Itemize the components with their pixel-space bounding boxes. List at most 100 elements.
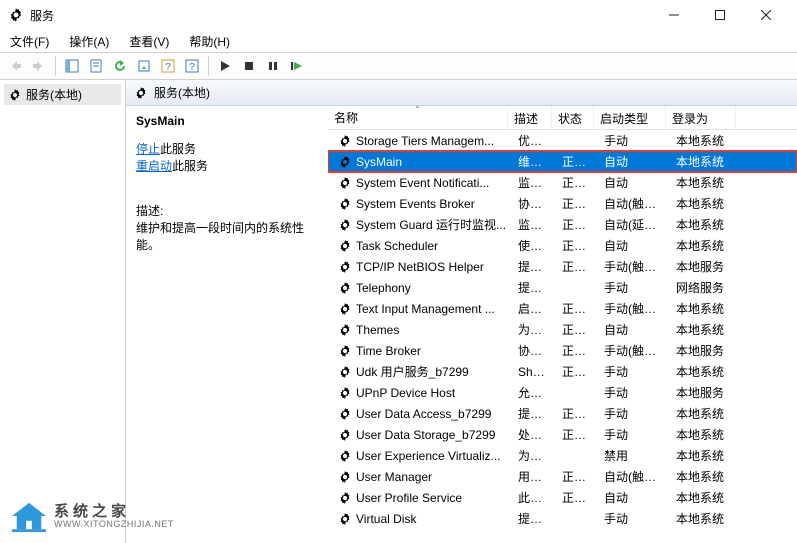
service-desc: 此服... bbox=[512, 489, 556, 506]
tree-root-item[interactable]: 服务(本地) bbox=[4, 84, 121, 105]
col-header-name[interactable]: 名称⌃ bbox=[328, 106, 508, 129]
service-row[interactable]: Themes为用...正在...自动本地系统 bbox=[328, 319, 797, 340]
stop-service-button[interactable] bbox=[238, 55, 260, 77]
service-row[interactable]: Time Broker协调...正在...手动(触发...本地服务 bbox=[328, 340, 797, 361]
service-row[interactable]: System Event Notificati...监视...正在...自动本地… bbox=[328, 172, 797, 193]
col-header-startup[interactable]: 启动类型 bbox=[594, 106, 666, 129]
service-startup: 手动 bbox=[598, 405, 670, 422]
view-detail-button[interactable] bbox=[61, 55, 83, 77]
service-desc: 协调... bbox=[512, 342, 556, 359]
close-button[interactable] bbox=[743, 0, 789, 30]
service-startup: 手动(触发... bbox=[598, 258, 670, 275]
service-logon: 本地系统 bbox=[670, 216, 740, 233]
service-row[interactable]: TCP/IP NetBIOS Helper提供 ...正在...手动(触发...… bbox=[328, 256, 797, 277]
nav-back-button[interactable] bbox=[4, 55, 26, 77]
gear-icon bbox=[338, 449, 352, 463]
service-name: Storage Tiers Managem... bbox=[356, 134, 494, 148]
service-row[interactable]: System Events Broker协调...正在...自动(触发...本地… bbox=[328, 193, 797, 214]
gear-icon bbox=[338, 491, 352, 505]
stop-link[interactable]: 停止 bbox=[136, 142, 160, 156]
nav-forward-button[interactable] bbox=[28, 55, 50, 77]
gear-icon bbox=[134, 86, 148, 100]
col-header-status[interactable]: 状态 bbox=[552, 106, 594, 129]
watermark-text-cn: 系统之家 bbox=[54, 504, 174, 521]
service-logon: 本地系统 bbox=[670, 153, 740, 170]
service-row[interactable]: Virtual Disk提供...手动本地系统 bbox=[328, 508, 797, 529]
service-name: TCP/IP NetBIOS Helper bbox=[356, 260, 484, 274]
service-logon: 本地系统 bbox=[670, 468, 740, 485]
pause-service-button[interactable] bbox=[262, 55, 284, 77]
service-startup: 自动(延迟... bbox=[598, 216, 670, 233]
service-desc: 协调... bbox=[512, 195, 556, 212]
service-name: Task Scheduler bbox=[356, 239, 438, 253]
service-row[interactable]: System Guard 运行时监视...监视...正在...自动(延迟...本… bbox=[328, 214, 797, 235]
watermark: 系统之家 WWW.XITONGZHIJIA.NET bbox=[10, 501, 174, 533]
restart-link[interactable]: 重启动 bbox=[136, 159, 172, 173]
service-name: Themes bbox=[356, 323, 399, 337]
menu-help[interactable]: 帮助(H) bbox=[185, 31, 234, 52]
service-row[interactable]: Storage Tiers Managem...优化...手动本地系统 bbox=[328, 130, 797, 151]
properties-button[interactable] bbox=[85, 55, 107, 77]
service-logon: 本地系统 bbox=[670, 300, 740, 317]
service-startup: 自动 bbox=[598, 174, 670, 191]
description-text: 维护和提高一段时间内的系统性能。 bbox=[136, 219, 318, 253]
service-status: 正在... bbox=[556, 342, 598, 359]
maximize-button[interactable] bbox=[697, 0, 743, 30]
service-name: System Guard 运行时监视... bbox=[356, 216, 506, 233]
service-logon: 本地系统 bbox=[670, 363, 740, 380]
service-row[interactable]: SysMain维护...正在...自动本地系统 bbox=[328, 151, 797, 172]
service-row[interactable]: User Profile Service此服...正在...自动本地系统 bbox=[328, 487, 797, 508]
service-row[interactable]: Text Input Management ...启用...正在...手动(触发… bbox=[328, 298, 797, 319]
service-row[interactable]: User Data Access_b7299提供...正在...手动本地系统 bbox=[328, 403, 797, 424]
menu-file[interactable]: 文件(F) bbox=[6, 31, 53, 52]
service-row[interactable]: User Manager用户...正在...自动(触发...本地系统 bbox=[328, 466, 797, 487]
service-name: User Experience Virtualiz... bbox=[356, 449, 501, 463]
service-row[interactable]: User Data Storage_b7299处理...正在...手动本地系统 bbox=[328, 424, 797, 445]
service-row[interactable]: Udk 用户服务_b7299Shell...正在...手动本地系统 bbox=[328, 361, 797, 382]
help2-button[interactable]: ? bbox=[181, 55, 203, 77]
refresh-button[interactable] bbox=[109, 55, 131, 77]
service-name: Udk 用户服务_b7299 bbox=[356, 363, 469, 380]
service-desc: 提供... bbox=[512, 279, 556, 296]
gear-icon bbox=[338, 176, 352, 190]
service-row[interactable]: User Experience Virtualiz...为应...禁用本地系统 bbox=[328, 445, 797, 466]
watermark-text-url: WWW.XITONGZHIJIA.NET bbox=[54, 520, 174, 530]
gear-icon bbox=[338, 365, 352, 379]
service-name: System Events Broker bbox=[356, 197, 475, 211]
minimize-button[interactable] bbox=[651, 0, 697, 30]
help-button[interactable]: ? bbox=[157, 55, 179, 77]
service-desc: 为用... bbox=[512, 321, 556, 338]
service-desc: 为应... bbox=[512, 447, 556, 464]
service-desc: 优化... bbox=[512, 132, 556, 149]
start-service-button[interactable] bbox=[214, 55, 236, 77]
service-row[interactable]: Telephony提供...手动网络服务 bbox=[328, 277, 797, 298]
service-status: 正在... bbox=[556, 426, 598, 443]
service-startup: 手动(触发... bbox=[598, 300, 670, 317]
col-header-desc[interactable]: 描述 bbox=[508, 106, 552, 129]
service-row[interactable]: Task Scheduler使用...正在...自动本地系统 bbox=[328, 235, 797, 256]
col-header-logon[interactable]: 登录为 bbox=[666, 106, 736, 129]
service-logon: 本地系统 bbox=[670, 405, 740, 422]
gear-icon bbox=[338, 323, 352, 337]
restart-service-button[interactable] bbox=[286, 55, 308, 77]
service-startup: 自动 bbox=[598, 237, 670, 254]
service-desc: 维护... bbox=[512, 153, 556, 170]
export-button[interactable] bbox=[133, 55, 155, 77]
service-logon: 本地系统 bbox=[670, 174, 740, 191]
service-startup: 自动(触发... bbox=[598, 468, 670, 485]
service-row[interactable]: UPnP Device Host允许 ...手动本地服务 bbox=[328, 382, 797, 403]
service-name: User Data Storage_b7299 bbox=[356, 428, 495, 442]
toolbar: ? ? bbox=[0, 52, 797, 80]
service-name: Text Input Management ... bbox=[356, 302, 495, 316]
service-desc: 监视... bbox=[512, 174, 556, 191]
service-status: 正在... bbox=[556, 237, 598, 254]
stop-service-line: 停止此服务 bbox=[136, 140, 318, 157]
service-startup: 手动 bbox=[598, 384, 670, 401]
service-name: Virtual Disk bbox=[356, 512, 416, 526]
service-status: 正在... bbox=[556, 405, 598, 422]
service-list: 名称⌃ 描述 状态 启动类型 登录为 Storage Tiers Managem… bbox=[328, 106, 797, 543]
service-startup: 自动 bbox=[598, 321, 670, 338]
menu-view[interactable]: 查看(V) bbox=[125, 31, 173, 52]
service-startup: 自动(触发... bbox=[598, 195, 670, 212]
menu-action[interactable]: 操作(A) bbox=[65, 31, 113, 52]
